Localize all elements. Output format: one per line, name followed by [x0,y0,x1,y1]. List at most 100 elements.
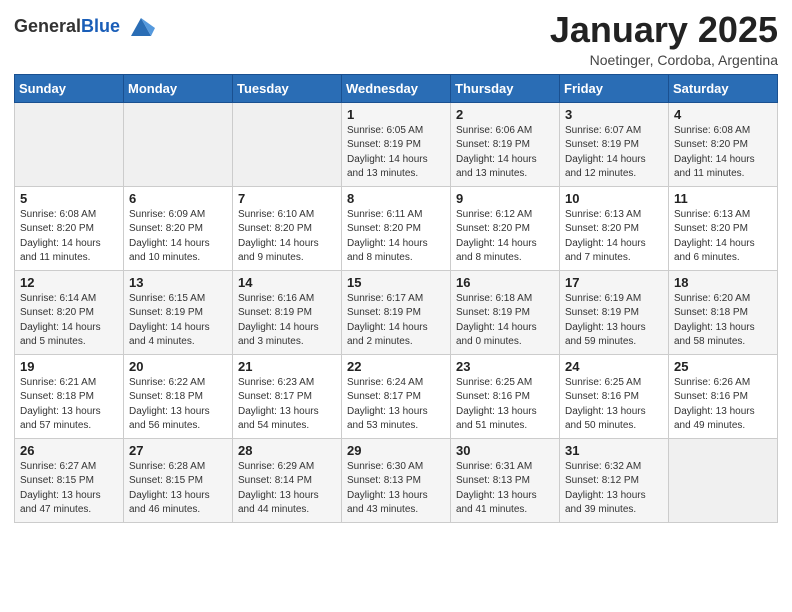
day-info: Sunrise: 6:08 AMSunset: 8:20 PMDaylight:… [20,208,118,266]
day-cell [233,102,342,186]
day-number: 9 [456,191,554,206]
day-cell: 31 Sunrise: 6:32 AMSunset: 8:12 PMDayligh… [560,438,669,522]
day-cell: 30 Sunrise: 6:31 AMSunset: 8:13 PMDayligh… [451,438,560,522]
day-info: Sunrise: 6:07 AMSunset: 8:19 PMDaylight:… [565,124,663,182]
day-cell: 3Sunrise: 6:07 AMSunset: 8:19 PMDaylight… [560,102,669,186]
day-info: Sunrise: 6:16 AMSunset: 8:19 PMDaylight:… [238,292,336,350]
day-cell [124,102,233,186]
weekday-monday: Monday [124,74,233,102]
weekday-header-row: SundayMondayTuesdayWednesdayThursdayFrid… [15,74,778,102]
calendar-page: GeneralBlue January 2025 Noetinger, Cord… [0,0,792,612]
day-cell: 27 Sunrise: 6:28 AMSunset: 8:15 PMDayligh… [124,438,233,522]
page-header: GeneralBlue January 2025 Noetinger, Cord… [14,10,778,68]
day-cell: 12Sunrise: 6:14 AMSunset: 8:20 PMDayligh… [15,270,124,354]
day-cell: 14 Sunrise: 6:16 AMSunset: 8:19 PMDayligh… [233,270,342,354]
weekday-saturday: Saturday [669,74,778,102]
day-cell: 20Sunrise: 6:22 AMSunset: 8:18 PMDayligh… [124,354,233,438]
weekday-wednesday: Wednesday [342,74,451,102]
day-cell: 4Sunrise: 6:08 AMSunset: 8:20 PMDaylight… [669,102,778,186]
day-cell: 6 Sunrise: 6:09 AMSunset: 8:20 PMDaylight… [124,186,233,270]
day-cell: 11Sunrise: 6:13 AMSunset: 8:20 PMDayligh… [669,186,778,270]
day-number: 12 [20,275,118,290]
day-info: Sunrise: 6:13 AMSunset: 8:20 PMDaylight:… [565,208,663,266]
day-number: 10 [565,191,663,206]
day-number: 19 [20,359,118,374]
day-number: 24 [565,359,663,374]
logo-icon [127,14,155,42]
day-info: Sunrise: 6:19 AMSunset: 8:19 PMDaylight:… [565,292,663,350]
day-cell: 16Sunrise: 6:18 AMSunset: 8:19 PMDayligh… [451,270,560,354]
weekday-tuesday: Tuesday [233,74,342,102]
location: Noetinger, Cordoba, Argentina [550,52,778,68]
month-title: January 2025 [550,10,778,50]
day-number: 6 [129,191,227,206]
day-cell: 28 Sunrise: 6:29 AMSunset: 8:14 PMDayligh… [233,438,342,522]
day-cell: 17 Sunrise: 6:19 AMSunset: 8:19 PMDayligh… [560,270,669,354]
day-cell: 15 Sunrise: 6:17 AMSunset: 8:19 PMDayligh… [342,270,451,354]
day-cell [15,102,124,186]
day-cell: 26 Sunrise: 6:27 AMSunset: 8:15 PMDayligh… [15,438,124,522]
day-cell: 2Sunrise: 6:06 AMSunset: 8:19 PMDaylight… [451,102,560,186]
day-info: Sunrise: 6:25 AMSunset: 8:16 PMDaylight:… [565,376,663,434]
logo-blue-text: Blue [81,16,120,36]
day-info: Sunrise: 6:22 AMSunset: 8:18 PMDaylight:… [129,376,227,434]
weekday-friday: Friday [560,74,669,102]
day-cell: 18Sunrise: 6:20 AMSunset: 8:18 PMDayligh… [669,270,778,354]
day-info: Sunrise: 6:10 AMSunset: 8:20 PMDaylight:… [238,208,336,266]
week-row-2: 5Sunrise: 6:08 AMSunset: 8:20 PMDaylight… [15,186,778,270]
day-number: 8 [347,191,445,206]
day-info: Sunrise: 6:26 AMSunset: 8:16 PMDaylight:… [674,376,772,434]
day-info: Sunrise: 6:12 AMSunset: 8:20 PMDaylight:… [456,208,554,266]
day-info: Sunrise: 6:32 AMSunset: 8:12 PMDaylight:… [565,460,663,518]
day-cell: 24 Sunrise: 6:25 AMSunset: 8:16 PMDayligh… [560,354,669,438]
day-number: 7 [238,191,336,206]
day-info: Sunrise: 6:15 AMSunset: 8:19 PMDaylight:… [129,292,227,350]
calendar-table: SundayMondayTuesdayWednesdayThursdayFrid… [14,74,778,523]
day-number: 16 [456,275,554,290]
day-cell: 29Sunrise: 6:30 AMSunset: 8:13 PMDayligh… [342,438,451,522]
day-info: Sunrise: 6:24 AMSunset: 8:17 PMDaylight:… [347,376,445,434]
day-number: 26 [20,443,118,458]
day-info: Sunrise: 6:09 AMSunset: 8:20 PMDaylight:… [129,208,227,266]
day-number: 27 [129,443,227,458]
logo: GeneralBlue [14,14,155,42]
weekday-sunday: Sunday [15,74,124,102]
day-cell: 8 Sunrise: 6:11 AMSunset: 8:20 PMDaylight… [342,186,451,270]
title-block: January 2025 Noetinger, Cordoba, Argenti… [550,10,778,68]
day-info: Sunrise: 6:29 AMSunset: 8:14 PMDaylight:… [238,460,336,518]
day-info: Sunrise: 6:27 AMSunset: 8:15 PMDaylight:… [20,460,118,518]
week-row-4: 19 Sunrise: 6:21 AMSunset: 8:18 PMDayligh… [15,354,778,438]
day-cell: 1Sunrise: 6:05 AMSunset: 8:19 PMDaylight… [342,102,451,186]
day-cell: 7 Sunrise: 6:10 AMSunset: 8:20 PMDaylight… [233,186,342,270]
weekday-thursday: Thursday [451,74,560,102]
day-number: 4 [674,107,772,122]
day-cell: 23Sunrise: 6:25 AMSunset: 8:16 PMDayligh… [451,354,560,438]
day-cell: 19 Sunrise: 6:21 AMSunset: 8:18 PMDayligh… [15,354,124,438]
day-cell: 9 Sunrise: 6:12 AMSunset: 8:20 PMDaylight… [451,186,560,270]
logo-general-text: General [14,16,81,36]
day-cell: 25Sunrise: 6:26 AMSunset: 8:16 PMDayligh… [669,354,778,438]
day-number: 30 [456,443,554,458]
day-info: Sunrise: 6:06 AMSunset: 8:19 PMDaylight:… [456,124,554,182]
day-number: 13 [129,275,227,290]
day-cell: 13 Sunrise: 6:15 AMSunset: 8:19 PMDayligh… [124,270,233,354]
day-info: Sunrise: 6:21 AMSunset: 8:18 PMDaylight:… [20,376,118,434]
day-info: Sunrise: 6:30 AMSunset: 8:13 PMDaylight:… [347,460,445,518]
day-cell [669,438,778,522]
day-info: Sunrise: 6:31 AMSunset: 8:13 PMDaylight:… [456,460,554,518]
day-info: Sunrise: 6:28 AMSunset: 8:15 PMDaylight:… [129,460,227,518]
day-number: 28 [238,443,336,458]
day-info: Sunrise: 6:11 AMSunset: 8:20 PMDaylight:… [347,208,445,266]
day-number: 22 [347,359,445,374]
day-info: Sunrise: 6:17 AMSunset: 8:19 PMDaylight:… [347,292,445,350]
day-number: 21 [238,359,336,374]
day-number: 15 [347,275,445,290]
day-cell: 21Sunrise: 6:23 AMSunset: 8:17 PMDayligh… [233,354,342,438]
day-number: 14 [238,275,336,290]
day-number: 17 [565,275,663,290]
week-row-3: 12Sunrise: 6:14 AMSunset: 8:20 PMDayligh… [15,270,778,354]
day-number: 31 [565,443,663,458]
day-info: Sunrise: 6:05 AMSunset: 8:19 PMDaylight:… [347,124,445,182]
week-row-1: 1Sunrise: 6:05 AMSunset: 8:19 PMDaylight… [15,102,778,186]
day-number: 11 [674,191,772,206]
